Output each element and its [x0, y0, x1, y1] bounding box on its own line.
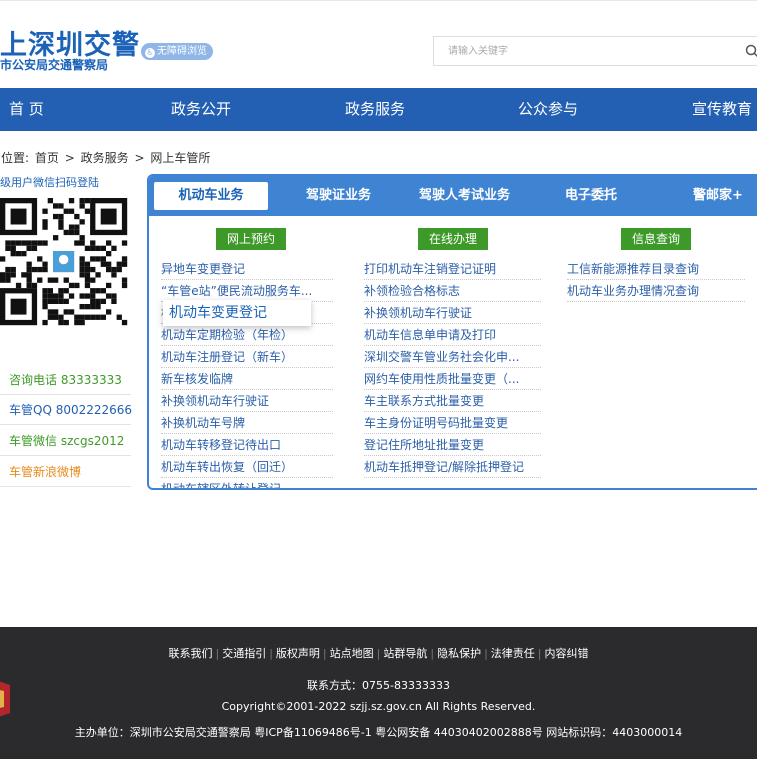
site-logo-subtitle: 市公安局交通警察局: [0, 58, 109, 72]
footer-link-separator: |: [430, 647, 435, 660]
page: 上深圳交警 市公安局交通警察局 ♿无障碍浏览 首 页 政务公开 政务服务 公众参…: [0, 0, 757, 759]
processing-link[interactable]: 补领检验合格标志: [364, 280, 541, 302]
wheelchair-icon: ♿: [145, 48, 155, 58]
breadcrumb-services[interactable]: 政务服务: [81, 151, 129, 165]
processing-link[interactable]: 车主联系方式批量变更: [364, 390, 541, 412]
search-box: [433, 36, 757, 66]
tab-police-post[interactable]: 警邮家+: [693, 176, 743, 216]
nav-government-affairs[interactable]: 政务公开: [171, 88, 231, 131]
booking-link[interactable]: 补换领机动车行驶证: [161, 390, 333, 412]
processing-link[interactable]: 机动车抵押登记/解除抵押登记: [364, 456, 541, 478]
online-processing-list: 打印机动车注销登记证明 补领检验合格标志 补换领机动车行驶证 机动车信息单申请及打印深…: [364, 258, 541, 478]
link-tooltip: 机动车变更登记: [163, 300, 311, 326]
breadcrumb-home[interactable]: 首页: [35, 151, 59, 165]
category-online-booking: 网上预约: [216, 228, 286, 250]
footer-contact: 联系方式：0755-83333333: [307, 679, 450, 692]
processing-link[interactable]: 打印机动车注销登记证明: [364, 258, 541, 280]
tab-license-business[interactable]: 驾驶证业务: [306, 176, 371, 216]
processing-link[interactable]: 机动车信息单申请及打印: [364, 324, 541, 346]
header: 上深圳交警 市公安局交通警察局 ♿ 无障碍浏览: [0, 0, 757, 88]
breadcrumb-sep: >: [64, 151, 75, 165]
accessibility-button[interactable]: ♿ 无障碍浏览: [141, 43, 213, 60]
booking-link[interactable]: 机动车辖区外转让登记: [161, 478, 333, 488]
category-info-query: 信息查询: [621, 228, 691, 250]
footer-link[interactable]: 法律责任: [491, 647, 535, 660]
footer-link[interactable]: 隐私保护: [437, 647, 481, 660]
query-link[interactable]: 机动车业务办理情况查询: [567, 280, 745, 302]
tab-driver-exam[interactable]: 驾驶人考试业务: [419, 176, 510, 216]
booking-link[interactable]: 机动车转移登记待出口: [161, 434, 333, 456]
booking-link[interactable]: 异地车变更登记: [161, 258, 333, 280]
breadcrumb-current: 网上车管所: [150, 151, 211, 165]
online-booking-list: 异地车变更登记“车管e站”便民流动服务车...机动车变更登记机动车定期检验（年检…: [161, 258, 333, 488]
footer-link-separator: |: [215, 647, 220, 660]
tab-vehicle-business[interactable]: 机动车业务: [154, 182, 268, 210]
nav-publicity-education[interactable]: 宣传教育: [692, 88, 752, 131]
processing-link[interactable]: 网约车使用性质批量变更（...: [364, 368, 541, 390]
footer-copyright: Copyright©2001-2022 szjj.sz.gov.cn All R…: [221, 700, 536, 713]
sidebar-hotline[interactable]: 咨询电话 83333333: [0, 365, 131, 395]
sidebar-weibo[interactable]: 车管新浪微博: [0, 457, 131, 487]
category-online-processing: 在线办理: [418, 228, 488, 250]
breadcrumb-prefix: 位置:: [1, 151, 30, 165]
breadcrumb-sep: >: [134, 151, 145, 165]
footer-link[interactable]: 交通指引: [222, 647, 266, 660]
nav-home[interactable]: 首 页: [9, 88, 44, 131]
footer-links: 联系我们 | 交通指引 | 版权声明 | 站点地图 | 站群导航 | 隐私保护 | 法律责任 | 内容纠错: [0, 645, 757, 661]
footer-link[interactable]: 内容纠错: [545, 647, 589, 660]
nav-public-participation[interactable]: 公众参与: [518, 88, 578, 131]
footer-link-separator: |: [376, 647, 381, 660]
wechat-qr-code: [0, 198, 128, 326]
footer-link-separator: |: [269, 647, 273, 660]
processing-link[interactable]: 登记住所地址批量变更: [364, 434, 541, 456]
footer-link[interactable]: 版权声明: [276, 647, 320, 660]
search-input[interactable]: [434, 37, 734, 65]
nav-government-services[interactable]: 政务服务: [345, 88, 405, 131]
main-nav: 首 页 政务公开 政务服务 公众参与 宣传教育: [0, 88, 757, 131]
processing-link[interactable]: 车主身份证明号码批量变更: [364, 412, 541, 434]
footer-link[interactable]: 站点地图: [330, 647, 374, 660]
booking-link[interactable]: 新车核发临牌: [161, 368, 333, 390]
tab-e-authorization[interactable]: 电子委托: [565, 176, 617, 216]
footer: 联系我们 | 交通指引 | 版权声明 | 站点地图 | 站群导航 | 隐私保护 | 法律责任 | 内容纠错 …: [0, 627, 757, 759]
breadcrumb: 位置: 首页 > 政务服务 > 网上车管所: [0, 149, 211, 166]
accessibility-label: 无障碍浏览: [157, 46, 207, 57]
footer-link-separator: |: [322, 647, 327, 660]
footer-link[interactable]: 站群导航: [383, 647, 427, 660]
booking-link[interactable]: 补换机动车号牌: [161, 412, 333, 434]
search-icon[interactable]: [745, 44, 757, 58]
footer-link[interactable]: 联系我们: [168, 647, 212, 660]
police-emblem-icon: [0, 681, 10, 717]
info-query-list: 工信新能源推荐目录查询 机动车业务办理情况查询: [567, 258, 745, 302]
query-link[interactable]: 工信新能源推荐目录查询: [567, 258, 745, 280]
sidebar-wechat[interactable]: 车管微信 szcgs2012: [0, 426, 131, 456]
booking-link[interactable]: 机动车注册登记（新车）: [161, 346, 333, 368]
footer-link-separator: |: [537, 647, 542, 660]
service-tabs: 机动车业务 驾驶证业务 驾驶人考试业务 电子委托 警邮家+: [149, 176, 757, 216]
qr-login-title: 级用户微信扫码登陆: [0, 176, 99, 189]
sidebar-qq[interactable]: 车管QQ 8002222666: [0, 395, 132, 425]
processing-link[interactable]: 深圳交警车管业务社会化申...: [364, 346, 541, 368]
booking-link[interactable]: “车管e站”便民流动服务车...: [161, 280, 333, 302]
booking-link[interactable]: 机动车定期检验（年检）: [161, 324, 333, 346]
processing-link[interactable]: 补换领机动车行驶证: [364, 302, 541, 324]
online-services-panel: 机动车业务 驾驶证业务 驾驶人考试业务 电子委托 警邮家+ 网上预约 在线办理 …: [147, 174, 757, 490]
footer-link-separator: |: [484, 647, 488, 660]
footer-host-info: 主办单位：深圳市公安局交通警察局 粤ICP备11069486号-1 粤公网安备 …: [74, 726, 683, 739]
booking-link[interactable]: 机动车转出恢复（回迁）: [161, 456, 333, 478]
